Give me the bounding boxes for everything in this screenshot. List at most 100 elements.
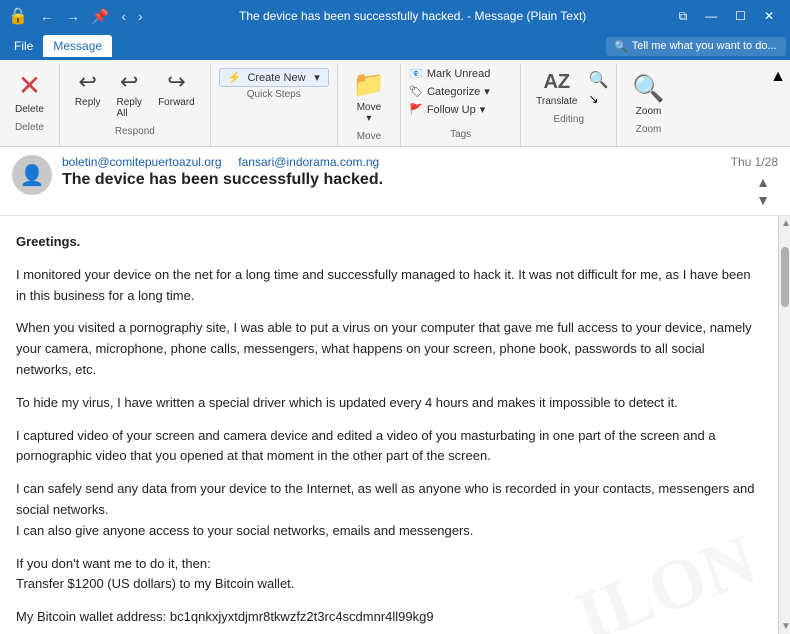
email-header: 👤 boletin@comitepuertoazul.org fansari@i… <box>0 147 790 216</box>
categorize-dropdown[interactable]: ▾ <box>484 85 490 98</box>
lightning-icon: ⚡ <box>228 71 242 84</box>
minimize-icon[interactable]: — <box>697 7 725 26</box>
body-paragraph-4: I captured video of your screen and came… <box>16 426 762 468</box>
tell-me-placeholder: Tell me what you want to do... <box>632 40 777 52</box>
editing-group-label: Editing <box>529 114 608 129</box>
move-icon: 📁 <box>353 69 385 100</box>
follow-up-label: Follow Up <box>427 104 476 116</box>
avatar-icon: 👤 <box>20 163 45 188</box>
nav-next-icon[interactable]: › <box>134 6 147 27</box>
forward-label: Forward <box>158 97 195 108</box>
body-paragraph-6: If you don't want me to do it, then: Tra… <box>16 554 762 596</box>
envelope-icon: 📧 <box>409 67 423 80</box>
translate-icon: AZ <box>543 71 570 94</box>
zoom-button[interactable]: 🔍 Zoom <box>625 68 671 122</box>
email-date: Thu 1/28 <box>731 155 778 169</box>
create-new-button[interactable]: ⚡ Create New ▾ <box>219 68 329 87</box>
ribbon-group-move: 📁 Move ▾ Move <box>338 64 401 146</box>
follow-up-button[interactable]: 🚩 Follow Up ▾ <box>409 102 490 117</box>
body-paragraph-5: I can safely send any data from your dev… <box>16 479 762 541</box>
scrollbar-thumb[interactable] <box>781 247 789 307</box>
move-group-label: Move <box>357 131 381 146</box>
nav-forward-icon[interactable]: → <box>62 6 84 27</box>
email-meta: boletin@comitepuertoazul.org fansari@ind… <box>62 155 721 189</box>
scrollbar-down[interactable]: ▼ <box>779 619 790 634</box>
app-icon: 🔒 <box>8 6 28 26</box>
menu-message[interactable]: Message <box>43 35 112 57</box>
ribbon-group-tags: 📧 Mark Unread 🏷 Categorize ▾ 🚩 Follow Up… <box>401 64 521 146</box>
editing-arrow-icon[interactable]: ↘ <box>588 92 608 106</box>
mark-unread-button[interactable]: 📧 Mark Unread <box>409 66 490 81</box>
search-icon: 🔍 <box>614 40 628 53</box>
body-paragraph-0: Greetings. <box>16 232 762 253</box>
translate-label: Translate <box>536 96 577 107</box>
email-nav-down[interactable]: ▼ <box>748 191 778 209</box>
email-nav-up[interactable]: ▲ <box>748 173 778 191</box>
delete-button[interactable]: ✕ Delete <box>8 64 51 120</box>
reply-label: Reply <box>75 97 101 108</box>
body-paragraph-3: To hide my virus, I have written a speci… <box>16 393 762 414</box>
chevron-up-icon: ▲ <box>770 68 786 86</box>
body-paragraph-7: My Bitcoin wallet address: bc1qnkxjyxtdj… <box>16 607 762 628</box>
email-from: boletin@comitepuertoazul.org fansari@ind… <box>62 155 721 169</box>
zoom-group-label: Zoom <box>636 124 662 139</box>
categorize-label: Categorize <box>427 86 480 98</box>
translate-button[interactable]: AZ Translate <box>529 66 584 112</box>
flag-icon: 🚩 <box>409 103 423 116</box>
email-body: Greetings. I monitored your device on th… <box>0 216 778 634</box>
ribbon-collapse-button[interactable]: ▲ <box>766 64 790 146</box>
create-new-label: Create New <box>247 72 305 84</box>
email-content-area: Greetings. I monitored your device on th… <box>0 216 790 634</box>
restore-icon[interactable]: ⧉ <box>671 7 696 26</box>
forward-button[interactable]: ↪ Forward <box>151 64 202 113</box>
editing-search-icon[interactable]: 🔍 <box>588 70 608 90</box>
body-paragraph-1: I monitored your device on the net for a… <box>16 265 762 307</box>
zoom-icon: 🔍 <box>632 73 664 104</box>
ribbon-group-delete: ✕ Delete Delete <box>0 64 60 146</box>
move-button[interactable]: 📁 Move ▾ <box>346 64 392 129</box>
menu-file[interactable]: File <box>4 35 43 57</box>
window-controls: ⧉ — ☐ ✕ <box>671 7 782 26</box>
follow-up-dropdown[interactable]: ▾ <box>480 103 486 116</box>
delete-label: Delete <box>15 104 44 115</box>
mark-unread-label: Mark Unread <box>427 68 491 80</box>
tell-me-input[interactable]: 🔍 Tell me what you want to do... <box>606 37 786 56</box>
move-dropdown-icon[interactable]: ▾ <box>366 113 371 124</box>
reply-all-label: ReplyAll <box>116 97 142 119</box>
reply-all-button[interactable]: ↩ ReplyAll <box>109 64 149 124</box>
title-bar-nav: ← → 📌 ‹ › <box>36 6 147 27</box>
close-icon[interactable]: ✕ <box>756 7 782 26</box>
ribbon-group-zoom: 🔍 Zoom Zoom <box>617 64 679 146</box>
menu-bar: File Message 🔍 Tell me what you want to … <box>0 32 790 60</box>
zoom-label: Zoom <box>636 106 662 117</box>
cc-email: fansari@indorama.com.ng <box>238 155 379 169</box>
tags-group-label: Tags <box>409 129 512 144</box>
nav-arrows: ▲ ▼ <box>748 173 778 209</box>
move-label: Move <box>357 102 381 113</box>
window-title: The device has been successfully hacked.… <box>155 9 671 23</box>
quicksteps-group-label: Quick Steps <box>247 89 301 104</box>
ribbon-group-respond: ↩ Reply ↩ ReplyAll ↪ Forward Respond <box>60 64 211 146</box>
ribbon-group-quicksteps: ⚡ Create New ▾ Quick Steps <box>211 64 338 146</box>
maximize-icon[interactable]: ☐ <box>727 7 754 26</box>
ribbon-group-editing: AZ Translate 🔍 ↘ Editing <box>521 64 617 146</box>
reply-button[interactable]: ↩ Reply <box>68 64 108 113</box>
scrollbar[interactable]: ▲ ▼ <box>778 216 790 634</box>
pin-icon[interactable]: 📌 <box>88 6 113 27</box>
nav-prev-icon[interactable]: ‹ <box>117 6 130 27</box>
respond-group-label: Respond <box>115 126 155 141</box>
delete-group-label: Delete <box>15 122 44 137</box>
categorize-icon: 🏷 <box>409 85 423 98</box>
categorize-button[interactable]: 🏷 Categorize ▾ <box>409 84 490 99</box>
delete-icon: ✕ <box>18 69 41 102</box>
title-bar: 🔒 ← → 📌 ‹ › The device has been successf… <box>0 0 790 32</box>
reply-icon: ↩ <box>78 69 96 95</box>
scrollbar-up[interactable]: ▲ <box>779 216 790 231</box>
reply-all-icon: ↩ <box>120 69 138 95</box>
dropdown-icon[interactable]: ▾ <box>314 71 320 84</box>
nav-back-icon[interactable]: ← <box>36 6 58 27</box>
ribbon: ✕ Delete Delete ↩ Reply ↩ ReplyAll ↪ For… <box>0 60 790 147</box>
forward-icon: ↪ <box>167 69 185 95</box>
body-paragraph-2: When you visited a pornography site, I w… <box>16 318 762 380</box>
email-subject: The device has been successfully hacked. <box>62 171 721 189</box>
